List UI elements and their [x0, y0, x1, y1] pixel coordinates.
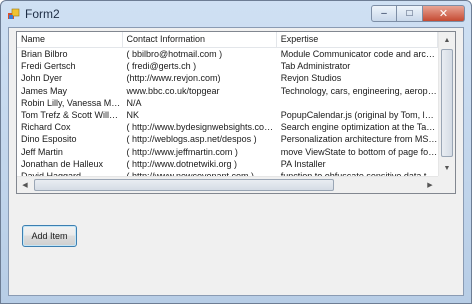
cell-contact: ( fredi@gerts.ch ) [126, 61, 197, 72]
cell-expertise: Personalization architecture from MSDN m… [280, 134, 438, 145]
cell-name: John Dyer [21, 73, 63, 84]
list-item[interactable]: Jonathan de Halleux ( http://www.dotnetwi… [17, 158, 438, 170]
horizontal-scrollbar[interactable]: ◀ ▶ [17, 176, 438, 193]
cell-name: Dino Esposito [21, 134, 77, 145]
cell-name: Fredi Gertsch [21, 61, 76, 72]
cell-contact: ( http://www.jeffmartin.com ) [126, 146, 238, 157]
cell-expertise: Search engine optimization at the Tab le… [280, 122, 438, 133]
cell-expertise: Tab Administrator [280, 61, 351, 72]
cell-expertise: Revjon Studios [280, 73, 342, 84]
vertical-scrollbar[interactable]: ▲ ▼ [438, 32, 455, 176]
caption-buttons: – □ ✕ [371, 5, 465, 22]
client-area: Name Contact Information Expertise Brian… [8, 27, 464, 296]
cell-name: Brian Bilbro [21, 49, 68, 59]
list-item[interactable]: Jeff Martin ( http://www.jeffmartin.com )… [17, 146, 438, 158]
app-icon [8, 8, 20, 19]
close-icon: ✕ [438, 8, 449, 20]
scroll-left-icon[interactable]: ◀ [17, 177, 33, 193]
list-item[interactable]: Richard Cox ( http://www.bydesignwebsight… [17, 121, 438, 133]
add-item-button[interactable]: Add Item [22, 225, 77, 247]
cell-expertise: Module Communicator code and architect..… [280, 49, 438, 59]
scroll-down-icon[interactable]: ▼ [439, 160, 455, 176]
cell-contact: NK [126, 109, 140, 120]
cell-expertise [277, 97, 438, 109]
cell-expertise: PopupCalendar.js (original by Tom, local… [280, 109, 438, 120]
listview-content: Name Contact Information Expertise Brian… [17, 32, 438, 176]
cell-contact: ( http://weblogs.asp.net/despos ) [126, 134, 257, 145]
vertical-scroll-thumb[interactable] [441, 49, 453, 157]
cell-expertise: move ViewState to bottom of page for bet… [280, 146, 438, 157]
maximize-icon: □ [406, 8, 413, 19]
form-window: Form2 – □ ✕ Name Contact Information Exp… [0, 0, 472, 304]
cell-name: Richard Cox [21, 122, 71, 133]
cell-expertise: Technology, cars, engineering, aeroplane… [280, 85, 438, 96]
window-title: Form2 [25, 7, 60, 21]
maximize-button[interactable]: □ [397, 5, 423, 22]
cell-contact: ( http://www.dotnetwiki.org ) [126, 158, 238, 169]
close-button[interactable]: ✕ [423, 5, 465, 22]
horizontal-scroll-thumb[interactable] [34, 179, 334, 191]
scrollbar-corner [438, 176, 455, 193]
list-item[interactable]: Brian Bilbro ( bbilbro@hotmail.com ) Modul… [17, 48, 438, 60]
cell-contact: (http://www.revjon.com) [126, 73, 221, 84]
cell-contact: N/A [126, 97, 142, 108]
listview-rows: Brian Bilbro ( bbilbro@hotmail.com ) Modul… [17, 48, 438, 176]
cell-name: Robin Lilly, Vanessa Monz... [21, 97, 123, 108]
column-header-contact[interactable]: Contact Information [123, 32, 277, 47]
column-header-expertise[interactable]: Expertise [277, 32, 438, 47]
contributors-listview[interactable]: Name Contact Information Expertise Brian… [16, 31, 456, 194]
list-item[interactable]: Dino Esposito ( http://weblogs.asp.net/de… [17, 133, 438, 145]
minimize-button[interactable]: – [371, 5, 397, 22]
list-item[interactable]: Tom Trefz & Scott Willhite NK PopupCalenda… [17, 109, 438, 121]
cell-expertise: PA Installer [280, 158, 326, 169]
list-item[interactable]: James May www.bbc.co.uk/topgear Technology… [17, 85, 438, 97]
cell-contact: ( bbilbro@hotmail.com ) [126, 49, 223, 59]
cell-name: Jeff Martin [21, 146, 63, 157]
title-bar[interactable]: Form2 – □ ✕ [1, 1, 471, 27]
cell-contact: ( http://www.bydesignwebsights.com ) [126, 122, 277, 133]
list-item[interactable]: Robin Lilly, Vanessa Monz... N/A [17, 97, 438, 109]
cell-contact: www.bbc.co.uk/topgear [126, 85, 220, 96]
list-item[interactable]: Fredi Gertsch ( fredi@gerts.ch ) Tab Admin… [17, 60, 438, 72]
scroll-up-icon[interactable]: ▲ [439, 32, 455, 48]
minimize-icon: – [381, 8, 387, 19]
column-header-name[interactable]: Name [17, 32, 123, 47]
scroll-right-icon[interactable]: ▶ [422, 177, 438, 193]
cell-name: James May [21, 85, 68, 96]
listview-header: Name Contact Information Expertise [17, 32, 438, 48]
cell-name: Jonathan de Halleux [21, 158, 104, 169]
cell-name: Tom Trefz & Scott Willhite [21, 109, 123, 120]
list-item[interactable]: John Dyer (http://www.revjon.com) Revjon S… [17, 72, 438, 84]
